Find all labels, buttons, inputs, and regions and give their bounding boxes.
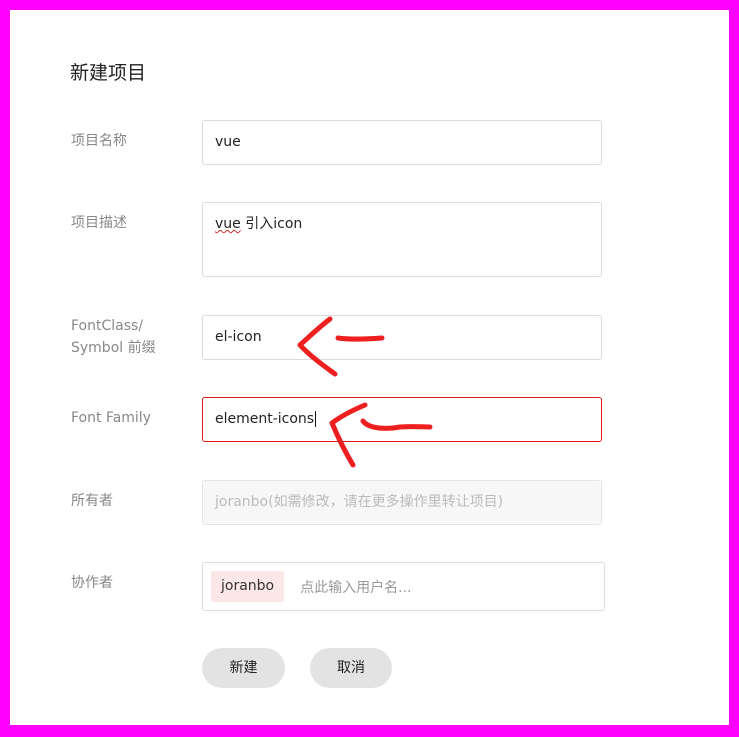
project-description-textarea[interactable]: vue 引入icon — [202, 202, 602, 277]
owner-label: 所有者 — [71, 493, 113, 509]
prefix-label-line1: FontClass/ — [71, 318, 144, 334]
cancel-button[interactable]: 取消 — [310, 648, 392, 688]
page-title: 新建项目 — [70, 62, 147, 84]
font-family-label: Font Family — [71, 410, 151, 426]
project-name-value: vue — [215, 134, 241, 150]
spellcheck-word: vue — [215, 216, 241, 232]
text-caret — [315, 411, 317, 427]
project-description-label: 项目描述 — [71, 215, 127, 231]
project-name-label: 项目名称 — [71, 133, 127, 149]
collaborator-search-placeholder[interactable]: 点此输入用户名... — [300, 577, 411, 597]
owner-value: joranbo(如需修改，请在更多操作里转让项目) — [215, 494, 504, 510]
description-rest: 引入icon — [240, 216, 303, 232]
collaborators-label: 协作者 — [71, 575, 113, 591]
prefix-input[interactable]: el-icon — [202, 315, 602, 360]
collaborator-tag[interactable]: joranbo — [211, 571, 285, 602]
font-family-input[interactable]: element-icons — [202, 397, 602, 442]
collaborators-input[interactable]: joranbo 点此输入用户名... — [202, 562, 605, 611]
create-button[interactable]: 新建 — [202, 648, 285, 688]
prefix-label-line2: Symbol 前缀 — [71, 340, 156, 356]
owner-input: joranbo(如需修改，请在更多操作里转让项目) — [202, 480, 602, 525]
project-name-input[interactable]: vue — [202, 120, 602, 165]
font-family-value: element-icons — [215, 411, 315, 427]
form-panel: 新建项目 项目名称 vue 项目描述 vue 引入icon FontClass/… — [10, 10, 729, 725]
prefix-value: el-icon — [215, 329, 262, 345]
